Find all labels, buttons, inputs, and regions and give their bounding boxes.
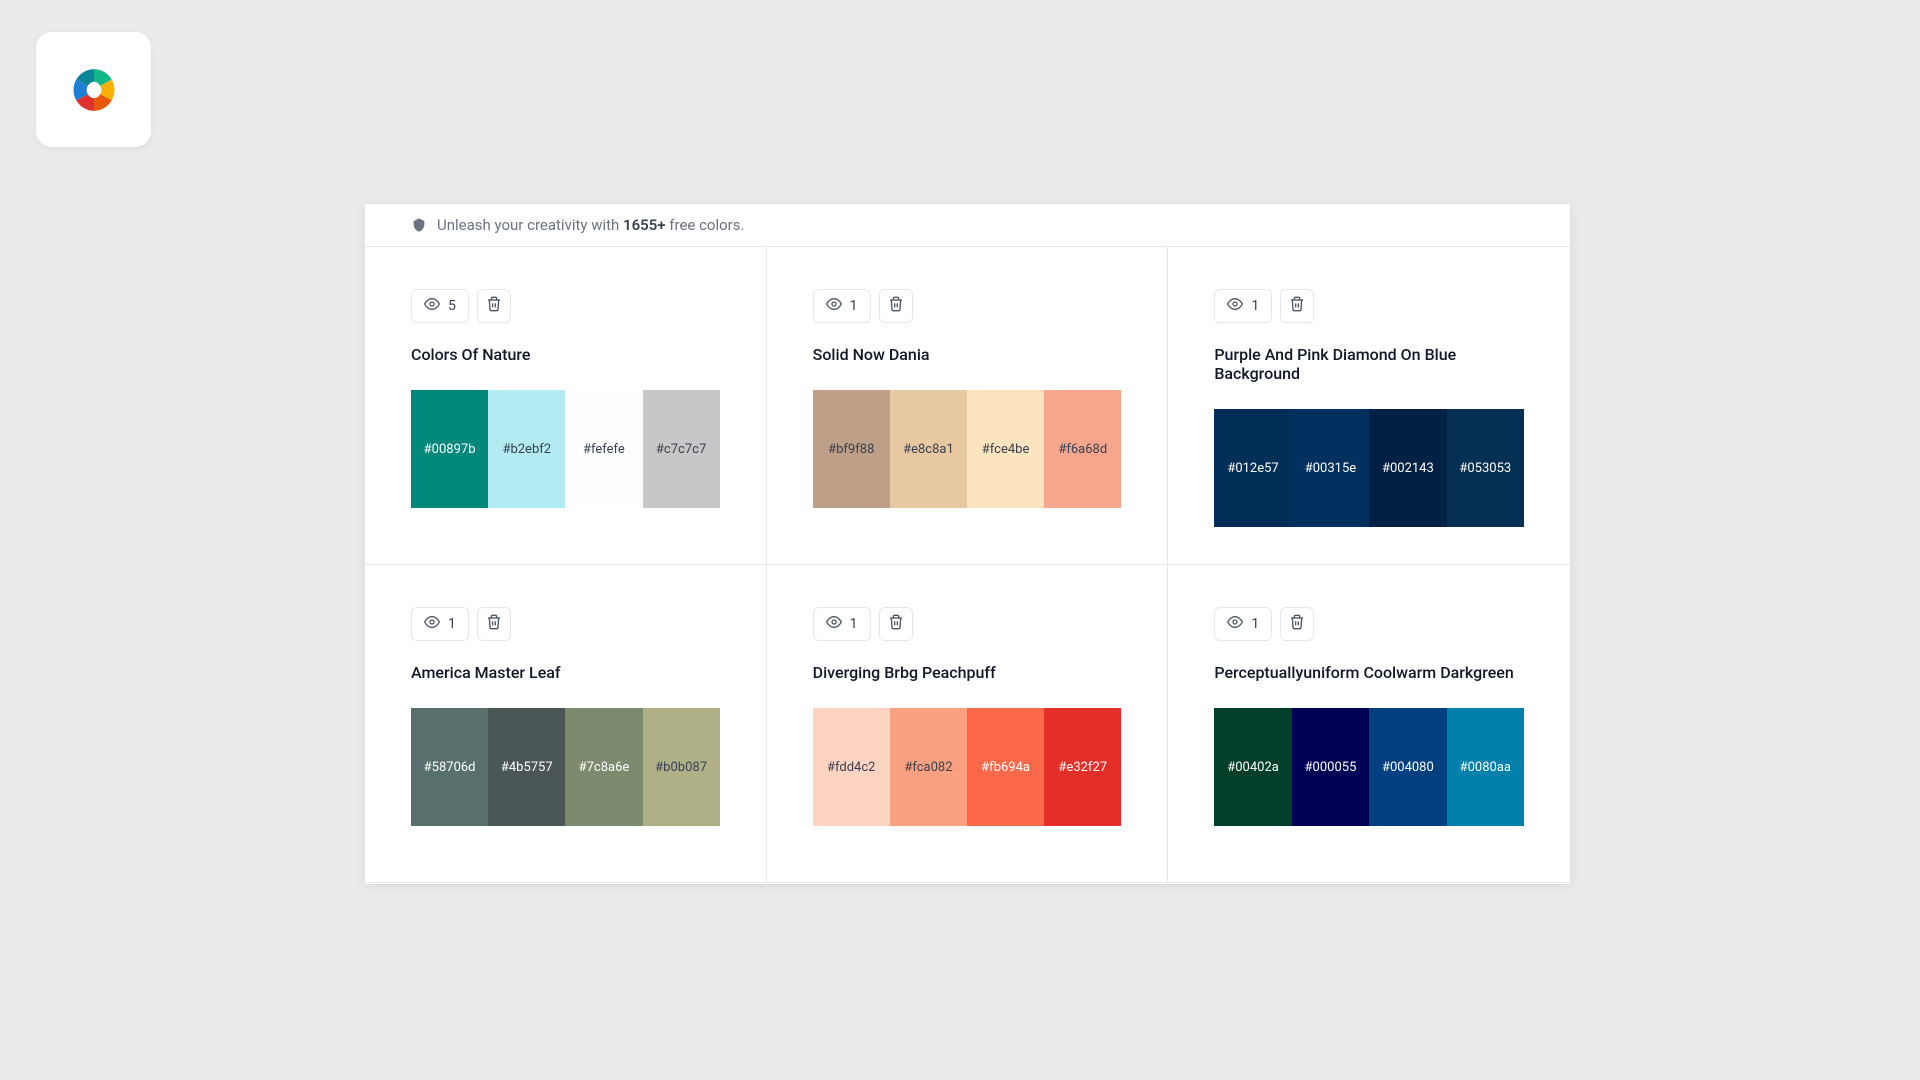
palette-card: 1 America Master Leaf #58706d#4b5757#7c8a6… xyxy=(365,565,767,883)
delete-button[interactable] xyxy=(879,607,913,641)
color-swatch[interactable]: #000055 xyxy=(1292,708,1369,826)
delete-button[interactable] xyxy=(1280,289,1314,323)
color-swatch[interactable]: #004080 xyxy=(1369,708,1446,826)
color-swatch[interactable]: #b2ebf2 xyxy=(488,390,565,508)
swatch-row: #58706d#4b5757#7c8a6e#b0b087 xyxy=(411,708,720,826)
delete-button[interactable] xyxy=(477,289,511,323)
delete-button[interactable] xyxy=(1280,607,1314,641)
eye-icon xyxy=(1227,614,1243,634)
views-count: 1 xyxy=(448,616,456,632)
delete-button[interactable] xyxy=(477,607,511,641)
palette-card: 1 Solid Now Dania #bf9f88#e8c8a1#fce4be#f6… xyxy=(767,247,1169,565)
views-button[interactable]: 5 xyxy=(411,289,469,323)
color-swatch[interactable]: #fefefe xyxy=(565,390,642,508)
tagline-text: Unleash your creativity with 1655+ free … xyxy=(437,216,744,234)
palette-title[interactable]: Solid Now Dania xyxy=(813,345,1122,364)
color-swatch[interactable]: #bf9f88 xyxy=(813,390,890,508)
views-button[interactable]: 1 xyxy=(1214,607,1272,641)
palette-card: 1 Purple And Pink Diamond On Blue Backgro… xyxy=(1168,247,1570,565)
color-swatch[interactable]: #7c8a6e xyxy=(565,708,642,826)
trash-icon xyxy=(1289,296,1305,316)
card-actions: 1 xyxy=(1214,289,1524,323)
logo-icon xyxy=(69,65,119,115)
views-count: 5 xyxy=(448,298,456,314)
swatch-row: #fdd4c2#fca082#fb694a#e32f27 xyxy=(813,708,1122,826)
color-swatch[interactable]: #0080aa xyxy=(1447,708,1524,826)
card-actions: 1 xyxy=(411,607,720,641)
color-swatch[interactable]: #fca082 xyxy=(890,708,967,826)
palette-title[interactable]: Perceptuallyuniform Coolwarm Darkgreen xyxy=(1214,663,1524,682)
swatch-row: #00897b#b2ebf2#fefefe#c7c7c7 xyxy=(411,390,720,508)
swatch-row: #00402a#000055#004080#0080aa xyxy=(1214,708,1524,826)
eye-icon xyxy=(826,614,842,634)
trash-icon xyxy=(888,296,904,316)
color-swatch[interactable]: #f6a68d xyxy=(1044,390,1121,508)
card-actions: 1 xyxy=(813,289,1122,323)
tagline-prefix: Unleash your creativity with xyxy=(437,216,623,234)
tagline-count: 1655+ xyxy=(623,216,666,234)
views-count: 1 xyxy=(850,616,858,632)
palette-card: 1Diverging Brbg Peachpuff#fdd4c2#fca082#… xyxy=(767,565,1169,883)
card-actions: 1 xyxy=(1214,607,1524,641)
palette-title[interactable]: America Master Leaf xyxy=(411,663,720,682)
trash-icon xyxy=(486,296,502,316)
color-swatch[interactable]: #053053 xyxy=(1447,409,1524,527)
color-swatch[interactable]: #c7c7c7 xyxy=(643,390,720,508)
palette-title[interactable]: Purple And Pink Diamond On Blue Backgrou… xyxy=(1214,345,1524,383)
trash-icon xyxy=(486,614,502,634)
swatch-row: #012e57#00315e#002143#053053 xyxy=(1214,409,1524,527)
color-swatch[interactable]: #4b5757 xyxy=(488,708,565,826)
color-swatch[interactable]: #fb694a xyxy=(967,708,1044,826)
color-swatch[interactable]: #002143 xyxy=(1369,409,1446,527)
palette-title[interactable]: Colors Of Nature xyxy=(411,345,720,364)
color-swatch[interactable]: #58706d xyxy=(411,708,488,826)
color-swatch[interactable]: #fdd4c2 xyxy=(813,708,890,826)
eye-icon xyxy=(424,296,440,316)
delete-button[interactable] xyxy=(879,289,913,323)
eye-icon xyxy=(424,614,440,634)
tagline: Unleash your creativity with 1655+ free … xyxy=(365,204,1570,247)
color-swatch[interactable]: #e8c8a1 xyxy=(890,390,967,508)
color-swatch[interactable]: #b0b087 xyxy=(643,708,720,826)
swatch-row: #bf9f88#e8c8a1#fce4be#f6a68d xyxy=(813,390,1122,508)
views-button[interactable]: 1 xyxy=(1214,289,1272,323)
trash-icon xyxy=(1289,614,1305,634)
views-count: 1 xyxy=(850,298,858,314)
tagline-suffix: free colors. xyxy=(666,216,745,234)
views-button[interactable]: 1 xyxy=(813,289,871,323)
palette-card: 1 Perceptuallyuniform Coolwarm Darkgreen #… xyxy=(1168,565,1570,883)
eye-icon xyxy=(826,296,842,316)
color-swatch[interactable]: #e32f27 xyxy=(1044,708,1121,826)
eye-icon xyxy=(1227,296,1243,316)
color-swatch[interactable]: #00402a xyxy=(1214,708,1291,826)
palette-panel: Unleash your creativity with 1655+ free … xyxy=(365,204,1570,884)
palette-card: 5 Colors Of Nature #00897b#b2ebf2#fefefe#c… xyxy=(365,247,767,565)
color-swatch[interactable]: #00315e xyxy=(1292,409,1369,527)
color-swatch[interactable]: #fce4be xyxy=(967,390,1044,508)
views-button[interactable]: 1 xyxy=(411,607,469,641)
card-actions: 1 xyxy=(813,607,1122,641)
views-count: 1 xyxy=(1251,298,1259,314)
views-button[interactable]: 1 xyxy=(813,607,871,641)
views-count: 1 xyxy=(1251,616,1259,632)
card-actions: 5 xyxy=(411,289,720,323)
color-swatch[interactable]: #012e57 xyxy=(1214,409,1291,527)
palette-grid: 5 Colors Of Nature #00897b#b2ebf2#fefefe#c… xyxy=(365,247,1570,883)
color-swatch[interactable]: #00897b xyxy=(411,390,488,508)
shield-icon xyxy=(411,217,427,233)
trash-icon xyxy=(888,614,904,634)
palette-title[interactable]: Diverging Brbg Peachpuff xyxy=(813,663,1122,682)
app-logo[interactable] xyxy=(36,32,151,147)
